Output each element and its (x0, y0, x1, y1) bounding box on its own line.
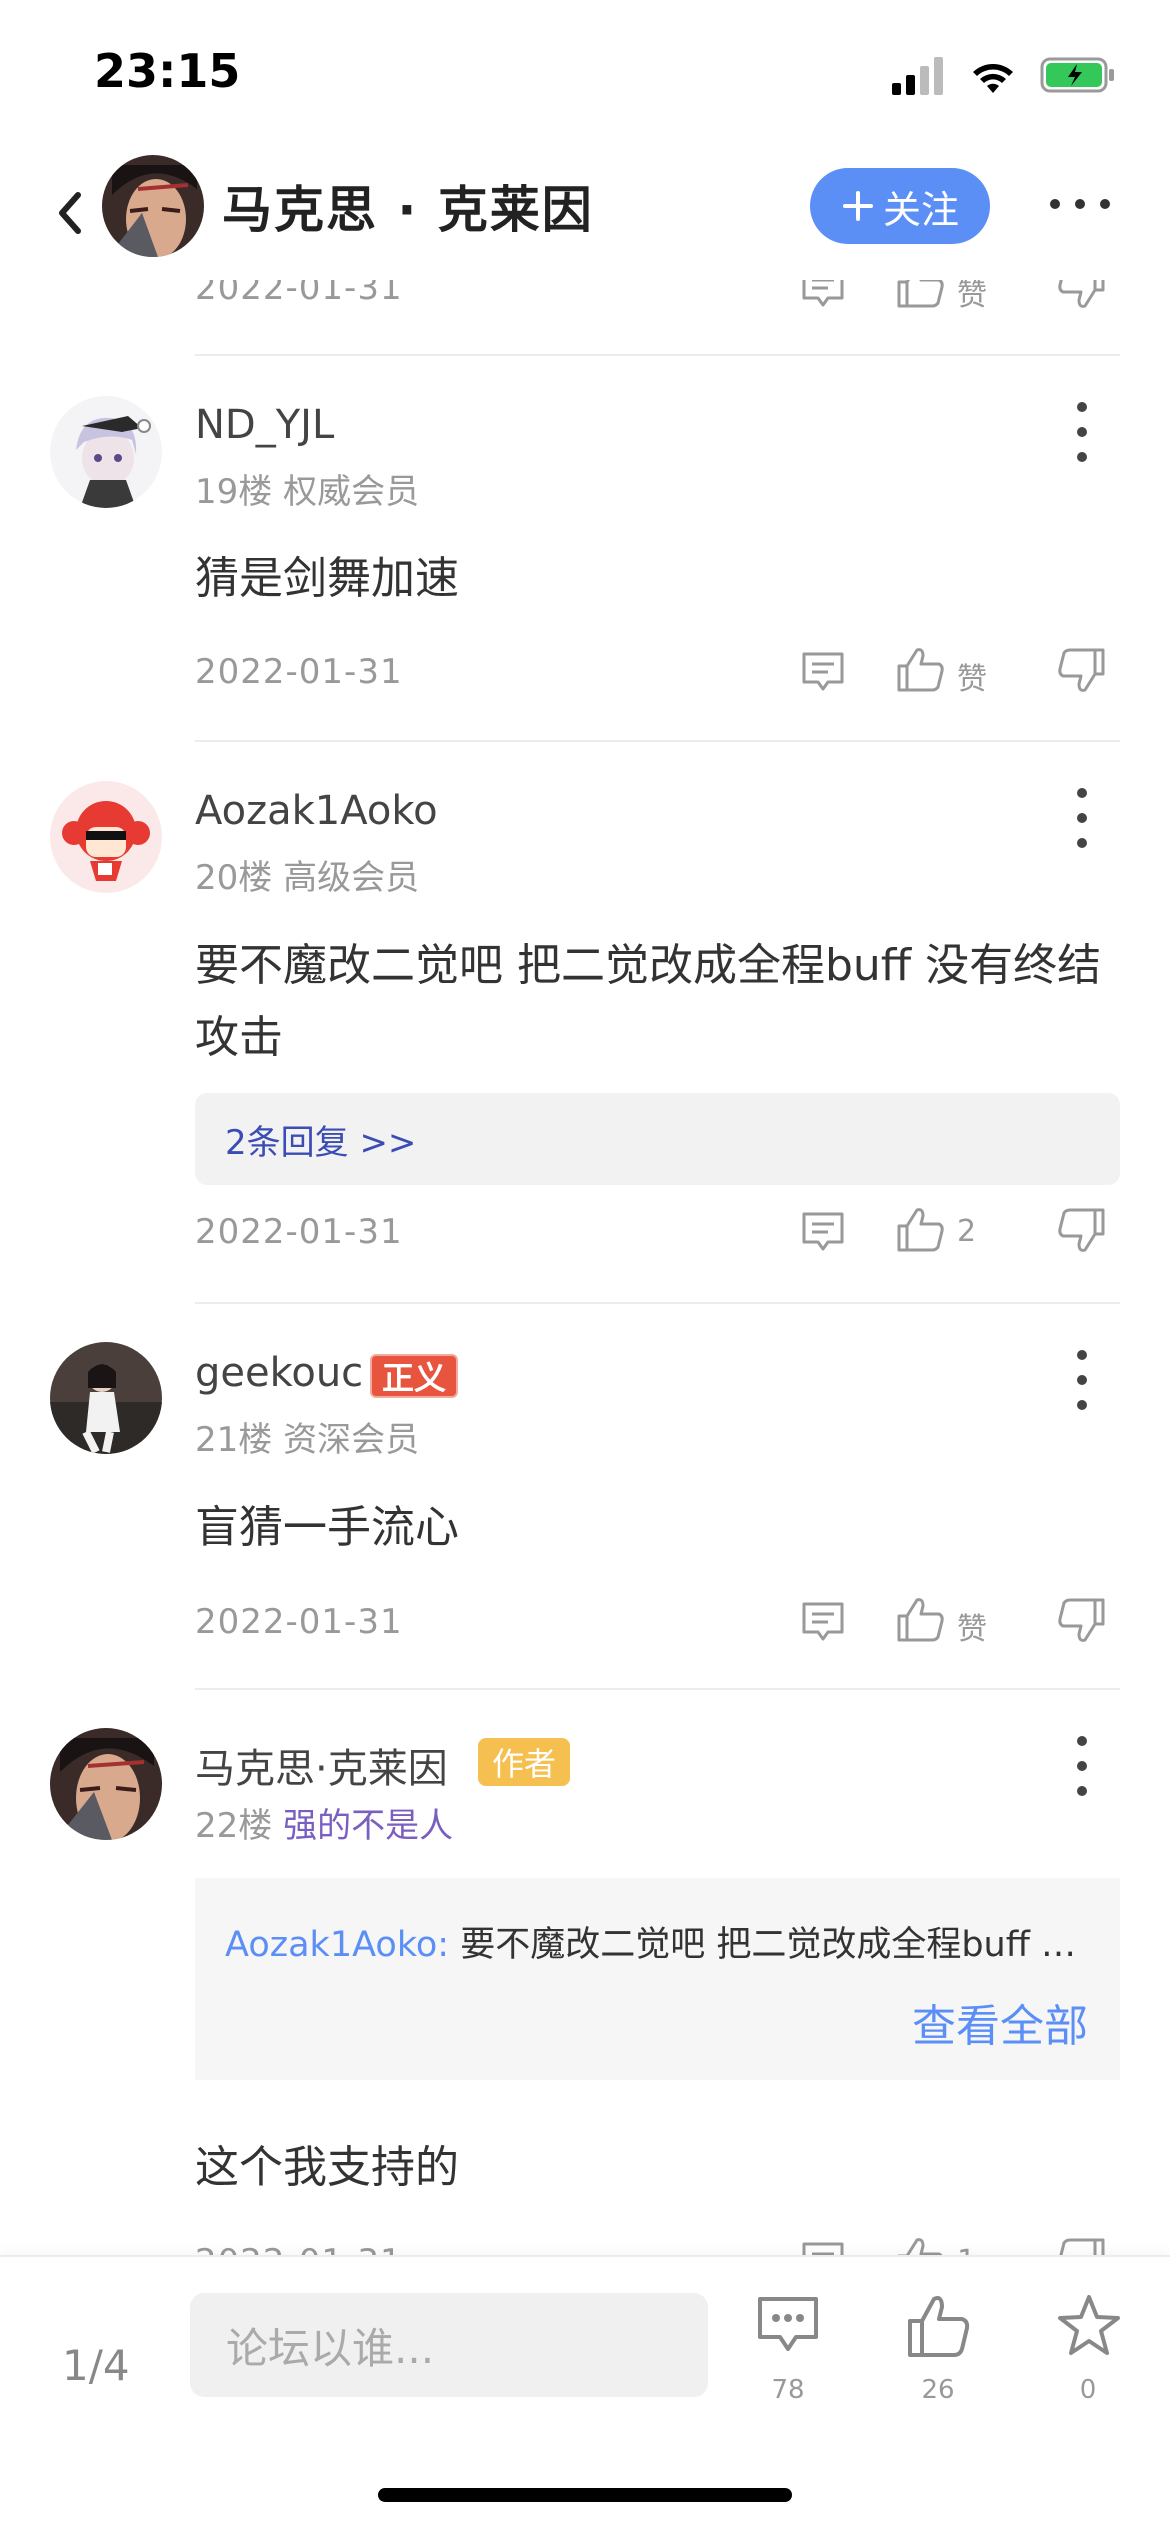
username[interactable]: 马克思·克莱因 (195, 1736, 448, 1794)
divider (195, 354, 1120, 356)
follow-button[interactable]: 关注 (810, 168, 990, 244)
thumbs-down-icon[interactable] (1055, 1594, 1107, 1646)
like-count: 1 (957, 2244, 976, 2255)
divider (195, 1302, 1120, 1304)
action-row: 2022-01-31 赞 (195, 642, 1120, 702)
author-badge: 作者 (478, 1738, 571, 1786)
thumbs-down-icon[interactable] (1055, 1204, 1107, 1256)
action-row: 2022-01-31 2 (195, 1202, 1120, 1262)
action-row: 2022-01-31 赞 (195, 1592, 1120, 1652)
reply-input[interactable]: 论坛以谁... (190, 2293, 708, 2397)
quote-username[interactable]: Aozak1Aoko: (225, 1925, 449, 1965)
post-more-button[interactable] (1074, 1736, 1090, 1796)
post-content: 要不魔改二觉吧 把二觉改成全程buff 没有终结攻击 (195, 940, 1102, 1063)
author-name[interactable]: 马克思 · 克莱因 (222, 170, 594, 242)
star-icon (1058, 2295, 1120, 2355)
reply-feed[interactable]: 2022-01-31 赞 ND_YJL 19楼 权威会员 猜是剑舞加速 2022… (0, 0, 1170, 2255)
comment-count: 78 (771, 2375, 805, 2405)
avatar[interactable] (50, 1728, 162, 1840)
author-avatar[interactable] (102, 155, 204, 257)
avatar[interactable] (50, 396, 162, 508)
thumbs-up-icon (908, 2296, 970, 2357)
comments-button[interactable]: 78 (738, 2293, 838, 2413)
header: 马克思 · 克莱因 关注 (0, 140, 1170, 280)
favorite-count: 0 (1079, 2375, 1097, 2405)
quoted-reply[interactable]: Aozak1Aoko: 要不魔改二觉吧 把二觉改成全程buff … 查看全部 (195, 1878, 1120, 2080)
like-count: 2 (957, 1214, 977, 1249)
post-date: 2022-01-31 (195, 1602, 403, 1642)
post-more-button[interactable] (1074, 1350, 1090, 1410)
thumbs-down-icon[interactable] (1055, 2234, 1107, 2255)
divider (195, 740, 1120, 742)
post-date: 2022-01-31 (195, 1212, 403, 1252)
comment-icon[interactable] (800, 1208, 846, 1254)
action-row: 2022-01-31 1 (195, 2232, 1120, 2255)
post-floor: 19楼 权威会员 (195, 472, 420, 512)
like-button[interactable]: 26 (888, 2293, 988, 2413)
replies-box[interactable]: 2条回复 >> (195, 1093, 1120, 1185)
back-button[interactable] (50, 183, 100, 243)
username[interactable]: Aozak1Aoko (195, 788, 438, 834)
comment-icon[interactable] (800, 1598, 846, 1644)
post-more-button[interactable] (1074, 788, 1090, 848)
comment-icon[interactable] (800, 2238, 846, 2255)
thumbs-up-icon[interactable] (895, 1204, 947, 1256)
justice-badge: 正义 (370, 1354, 459, 1398)
comment-icon[interactable] (800, 648, 846, 694)
divider (195, 1688, 1120, 1690)
view-all-link[interactable]: 查看全部 (912, 1990, 1088, 2054)
like-label: 赞 (957, 662, 987, 697)
avatar[interactable] (50, 1342, 162, 1454)
thumbs-up-icon[interactable] (895, 644, 947, 696)
quote-text: 要不魔改二觉吧 把二觉改成全程buff … (460, 1925, 1076, 1965)
post-floor: 20楼 高级会员 (195, 858, 420, 898)
post-date: 2022-01-31 (195, 2242, 403, 2255)
thumbs-up-icon[interactable] (895, 2234, 947, 2255)
username[interactable]: geekouc (195, 1350, 363, 1396)
plus-icon (842, 191, 873, 221)
post-floor: 22楼 强的不是人 (195, 1806, 454, 1846)
thumbs-down-icon[interactable] (1055, 644, 1107, 696)
favorite-button[interactable]: 0 (1038, 2293, 1138, 2413)
post-more-button[interactable] (1074, 402, 1090, 462)
post-content: 猜是剑舞加速 (195, 553, 459, 604)
like-count: 26 (921, 2375, 955, 2405)
thumbs-up-icon[interactable] (895, 1594, 947, 1646)
username[interactable]: ND_YJL (195, 402, 334, 448)
chevron-left-icon (59, 192, 81, 234)
like-label: 赞 (957, 1612, 987, 1647)
post-floor: 21楼 资深会员 (195, 1420, 420, 1460)
home-indicator (378, 2488, 792, 2502)
quote-line: Aozak1Aoko: 要不魔改二觉吧 把二觉改成全程buff … (225, 1916, 1095, 1967)
page-indicator[interactable]: 1/4 (62, 2341, 130, 2390)
post-content: 这个我支持的 (195, 2142, 459, 2193)
avatar[interactable] (50, 781, 162, 893)
follow-label: 关注 (882, 187, 959, 232)
post-content: 盲猜一手流心 (195, 1502, 459, 1553)
view-replies-link[interactable]: 2条回复 >> (225, 1115, 416, 1164)
more-options-button[interactable] (1050, 184, 1110, 224)
comment-dots-icon (758, 2297, 818, 2351)
post-date: 2022-01-31 (195, 652, 403, 692)
